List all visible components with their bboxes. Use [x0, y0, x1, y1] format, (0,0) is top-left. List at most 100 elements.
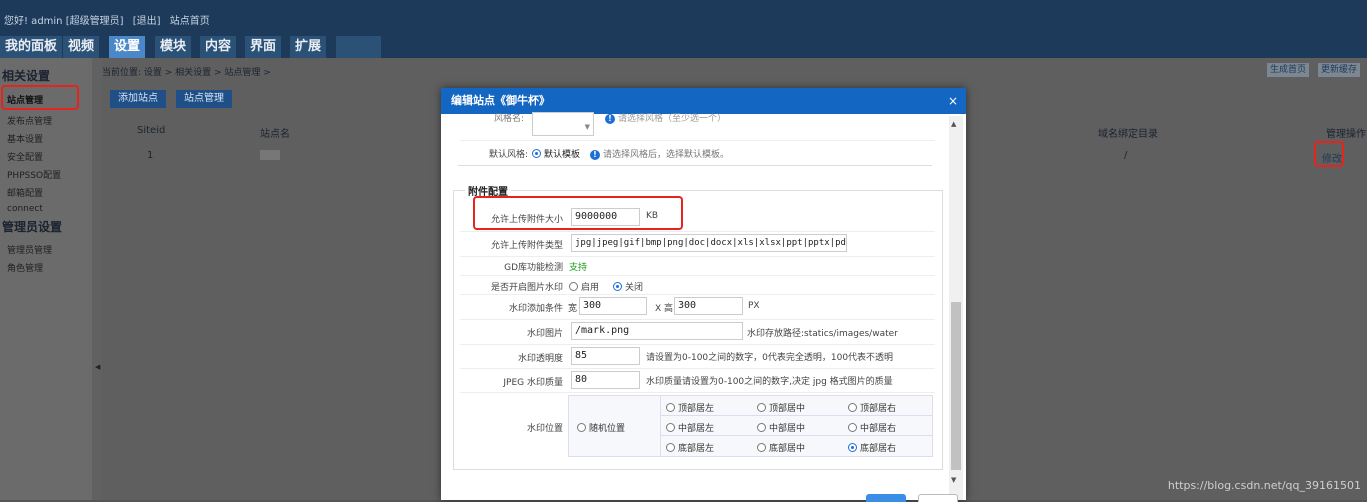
watermark-img-input[interactable]: /mark.png: [571, 322, 743, 340]
close-icon[interactable]: ×: [948, 88, 958, 114]
update-cache-button[interactable]: 更新缓存: [1318, 63, 1361, 77]
opacity-input[interactable]: 85: [571, 347, 640, 365]
tab-modules[interactable]: 模块: [155, 36, 193, 58]
watermark-off-radio[interactable]: 关闭: [613, 280, 643, 293]
radio-icon: [757, 403, 766, 412]
position-middle-center[interactable]: 中部居中: [757, 421, 805, 434]
position-bottom-right[interactable]: 底部居右: [848, 441, 896, 454]
position-bottom-left[interactable]: 底部居左: [666, 441, 714, 454]
divider: [460, 319, 935, 320]
tab-blurred[interactable]: [336, 36, 382, 58]
scroll-down-icon[interactable]: ▼: [951, 476, 956, 484]
sidebar-toggle[interactable]: ◀: [92, 58, 102, 500]
radio-selected-icon: [532, 149, 541, 158]
sidebar-item-phpsso[interactable]: PHPSSO配置: [7, 168, 61, 181]
sidebar-item-admin-manage[interactable]: 管理员管理: [7, 243, 52, 256]
upload-type-input[interactable]: jpg|jpeg|gif|bmp|png|doc|docx|xls|xlsx|p…: [571, 234, 847, 252]
divider: [460, 294, 935, 295]
radio-icon: [666, 423, 675, 432]
gd-value: 支持: [569, 263, 588, 273]
position-text: 顶部居右: [860, 404, 897, 414]
info-icon: !: [590, 150, 600, 160]
default-style-radio[interactable]: 默认模板: [532, 147, 580, 160]
sidebar-item-publish-points[interactable]: 发布点管理: [7, 114, 52, 127]
tab-interface[interactable]: 界面: [245, 36, 283, 58]
logout-link[interactable]: [退出]: [133, 16, 161, 27]
position-random-radio[interactable]: 随机位置: [577, 421, 625, 434]
tab-content[interactable]: 内容: [200, 36, 238, 58]
generate-home-button[interactable]: 生成首页: [1267, 63, 1310, 77]
position-random-text: 随机位置: [589, 424, 626, 434]
position-text: 顶部居左: [678, 404, 715, 414]
position-top-right[interactable]: 顶部居右: [848, 401, 896, 414]
jpeg-quality-tip: 水印质量请设置为0-100之间的数字,决定 jpg 格式图片的质量: [646, 377, 893, 387]
default-style-tip: ! 请选择风格后，选择默认模板。: [590, 147, 729, 160]
watermark-on-radio[interactable]: 启用: [569, 280, 599, 293]
radio-selected-icon: [848, 443, 857, 452]
radio-icon: [577, 423, 586, 432]
greeting-text: 您好! admin [超级管理员]: [4, 16, 124, 27]
position-top-left[interactable]: 顶部居左: [666, 401, 714, 414]
divider: [460, 140, 935, 141]
submit-button[interactable]: [866, 494, 906, 502]
position-bottom-center[interactable]: 底部居中: [757, 441, 805, 454]
position-top-center[interactable]: 顶部居中: [757, 401, 805, 414]
style-name-label: 风格名:: [493, 114, 524, 124]
scrollbar-thumb[interactable]: [951, 302, 961, 470]
opacity-label: 水印透明度: [517, 354, 563, 364]
jpeg-quality-input[interactable]: 80: [571, 371, 640, 389]
default-style-value: 默认模板: [544, 150, 581, 160]
height-input[interactable]: 300: [674, 297, 743, 315]
style-tip: ! 请选择风格（至少选一个）: [605, 111, 726, 124]
sidebar-section-related-settings[interactable]: 相关设置: [2, 67, 50, 84]
radio-icon: [848, 403, 857, 412]
tab-my-panel[interactable]: 我的面板: [0, 36, 64, 58]
width-label: 宽: [568, 304, 578, 314]
highlight-upload-size: [473, 196, 683, 230]
sidebar: 相关设置 站点管理 发布点管理 基本设置 安全配置 PHPSSO配置 邮箱配置 …: [0, 58, 92, 500]
position-middle-right[interactable]: 中部居右: [848, 421, 896, 434]
sidebar-item-basic[interactable]: 基本设置: [7, 132, 43, 145]
blog-watermark: https://blog.csdn.net/qq_39161501: [1167, 479, 1361, 492]
dropdown-arrow-icon: ▼: [584, 123, 590, 131]
gd-label: GD库功能检测: [504, 263, 563, 273]
radio-icon: [666, 443, 675, 452]
sidebar-item-security[interactable]: 安全配置: [7, 150, 43, 163]
info-icon: !: [605, 114, 615, 124]
divider: [460, 231, 935, 232]
height-label: X 高: [655, 304, 674, 314]
sidebar-item-connect[interactable]: connect: [7, 204, 43, 214]
position-middle-left[interactable]: 中部居左: [666, 421, 714, 434]
position-text: 中部居左: [678, 424, 715, 434]
watermark-cond-label: 水印添加条件: [508, 304, 563, 314]
default-style-label: 默认风格:: [488, 150, 528, 160]
col-actions: 管理操作: [1326, 129, 1366, 140]
radio-icon: [569, 282, 578, 291]
collapse-arrow-icon: ◀: [95, 363, 101, 371]
site-manage-button[interactable]: 站点管理: [176, 90, 232, 108]
tab-settings[interactable]: 设置: [109, 36, 147, 58]
width-input[interactable]: 300: [579, 297, 647, 315]
jpeg-quality-label: JPEG 水印质量: [503, 378, 563, 388]
grid-divider: [661, 415, 932, 416]
top-bar: 您好! admin [超级管理员] [退出] 站点首页 我的面板 视频 设置 模…: [0, 0, 1367, 58]
position-text: 底部居右: [860, 444, 897, 454]
position-text: 顶部居中: [769, 404, 806, 414]
scroll-up-icon[interactable]: ▲: [951, 120, 956, 128]
tab-video[interactable]: 视频: [63, 36, 101, 58]
sidebar-section-admin[interactable]: 管理员设置: [2, 218, 62, 235]
sidebar-item-email[interactable]: 邮箱配置: [7, 186, 43, 199]
add-site-button[interactable]: 添加站点: [110, 90, 166, 108]
watermark-on-text: 启用: [581, 283, 600, 293]
radio-selected-icon: [613, 282, 622, 291]
grid-divider: [660, 396, 661, 456]
divider: [460, 368, 935, 369]
style-select[interactable]: ▼: [532, 112, 594, 136]
cancel-button[interactable]: [918, 494, 958, 502]
sidebar-item-role-manage[interactable]: 角色管理: [7, 261, 43, 274]
default-style-tip-text: 请选择风格后，选择默认模板。: [603, 150, 730, 160]
radio-icon: [757, 423, 766, 432]
col-domain-dir: 域名绑定目录: [1098, 129, 1158, 140]
site-home-link[interactable]: 站点首页: [170, 16, 210, 27]
tab-extend[interactable]: 扩展: [290, 36, 328, 58]
